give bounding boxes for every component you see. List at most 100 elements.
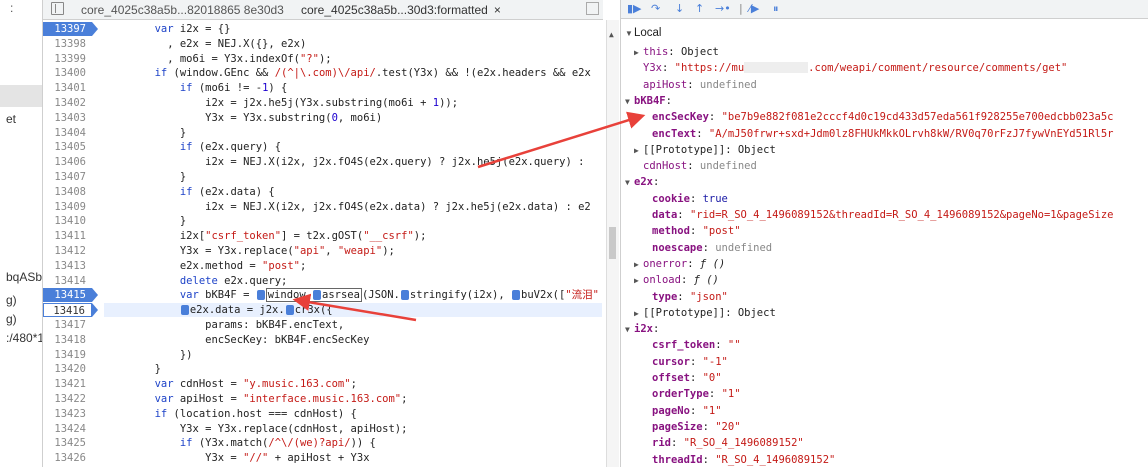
editor-menu-icon[interactable] <box>586 2 599 15</box>
scroll-up-icon[interactable]: ▲ <box>609 30 614 39</box>
scope-property-threadid[interactable]: threadId: "R_SO_4_1496089152" <box>652 453 835 467</box>
line-number[interactable]: 13423 <box>43 407 92 421</box>
navigator-item[interactable]: :/480*1. <box>6 331 42 345</box>
breakpoint-line-number[interactable]: 13397 <box>43 22 98 36</box>
scope-property-apihost[interactable]: apiHost: undefined <box>643 78 757 93</box>
toggle-navigator-icon[interactable] <box>51 2 64 15</box>
close-tab-icon[interactable]: × <box>494 3 501 17</box>
line-number-gutter[interactable]: 13397 13398 13399 13400 13401 13402 13403 13404… <box>43 20 98 467</box>
line-number[interactable]: 13410 <box>43 214 92 228</box>
tab-core-source[interactable]: core_4025c38a5b...82018865 8e30d3 <box>81 3 284 17</box>
line-number[interactable]: 13404 <box>43 126 92 140</box>
code-line[interactable]: i2x = j2x.he5j(Y3x.substring(mo6i + 1)); <box>104 96 458 110</box>
line-number[interactable]: 13408 <box>43 185 92 199</box>
scrollbar-thumb[interactable] <box>609 227 616 259</box>
scope-property-csrftoken[interactable]: csrf_token: "" <box>652 338 741 353</box>
line-number[interactable]: 13405 <box>43 140 92 154</box>
code-line[interactable]: i2x = NEJ.X(i2x, j2x.fO4S(e2x.query) ? j… <box>104 155 584 169</box>
code-line[interactable]: Y3x = "//" + apiHost + Y3x <box>104 451 369 465</box>
code-line[interactable]: , mo6i = Y3x.indexOf("?"); <box>104 52 331 66</box>
scope-property-offset[interactable]: offset: "0" <box>652 371 722 386</box>
line-number[interactable]: 13420 <box>43 362 92 376</box>
deactivate-breakpoints-icon[interactable]: ⁄▶ <box>749 2 759 15</box>
code-line[interactable]: var apiHost = "interface.music.163.com"; <box>104 392 408 406</box>
scope-property-cursor[interactable]: cursor: "-1" <box>652 355 728 370</box>
editor-scrollbar[interactable]: ▲ <box>606 20 619 467</box>
scope-property-this[interactable]: ▶ this: Object <box>634 45 719 60</box>
navigator-item[interactable]: g) <box>6 293 17 307</box>
code-line[interactable]: var i2x = {} <box>104 22 231 36</box>
scope-property-ordertype[interactable]: orderType: "1" <box>652 387 741 402</box>
code-line[interactable]: if (mo6i != -1) { <box>104 81 288 95</box>
code-line[interactable]: Y3x = Y3x.replace(cdnHost, apiHost); <box>104 422 408 436</box>
breakpoint-line-number[interactable]: 13415 <box>43 288 98 303</box>
scope-property-cdnhost[interactable]: cdnHost: undefined <box>643 159 757 174</box>
line-number[interactable]: 13417 <box>43 318 92 332</box>
scope-property-encseckey[interactable]: encSecKey: "be7b9e882f081e2cccf4d0c19cd4… <box>652 110 1114 125</box>
line-number[interactable]: 13407 <box>43 170 92 184</box>
scope-property-bkb4f[interactable]: ▼ bKB4F: <box>625 94 672 109</box>
code-line[interactable]: if (e2x.query) { <box>104 140 281 154</box>
code-line[interactable]: } <box>104 214 186 228</box>
line-number[interactable]: 13421 <box>43 377 92 391</box>
code-line[interactable]: if (window.GEnc && /(^|\.com)\/api/.test… <box>104 66 591 80</box>
scope-property-prototype[interactable]: ▶ [[Prototype]]: Object <box>634 143 776 158</box>
step-into-icon[interactable]: ↓ <box>675 2 684 15</box>
code-line[interactable]: , e2x = NEJ.X({}, e2x) <box>104 37 306 51</box>
navigator-item[interactable]: et <box>6 112 16 126</box>
code-line[interactable]: i2x["csrf_token"] = t2x.gOST("__csrf"); <box>104 229 427 243</box>
scope-property-y3x[interactable]: Y3x: "https://mu .com/weapi/comment/resou… <box>643 61 1067 76</box>
breakpoint-line-number[interactable]: 13416 <box>43 303 98 318</box>
code-line[interactable]: } <box>104 170 186 184</box>
scope-property-i2x[interactable]: ▼ i2x: <box>625 322 659 337</box>
code-line[interactable]: var cdnHost = "y.music.163.com"; <box>104 377 357 391</box>
navigator-item[interactable]: bqASb( <box>6 270 42 284</box>
line-number[interactable]: 13425 <box>43 436 92 450</box>
line-number[interactable]: 13401 <box>43 81 92 95</box>
code-line[interactable]: Y3x = Y3x.replace("api", "weapi"); <box>104 244 395 258</box>
tab-core-formatted[interactable]: core_4025c38a5b...30d3:formatted × <box>301 3 501 17</box>
scope-property-prototype[interactable]: ▶ [[Prototype]]: Object <box>634 306 776 321</box>
step-icon[interactable]: →• <box>715 2 731 15</box>
line-number[interactable]: 13414 <box>43 274 92 288</box>
scope-property-cookie[interactable]: cookie: true <box>652 192 728 207</box>
scope-property-noescape[interactable]: noescape: undefined <box>652 241 772 256</box>
code-line[interactable]: params: bKB4F.encText, <box>104 318 344 332</box>
scope-property-e2x[interactable]: ▼ e2x: <box>625 175 659 190</box>
pause-on-exceptions-icon[interactable]: ⏸ <box>773 2 779 16</box>
line-number[interactable]: 13398 <box>43 37 92 51</box>
scope-property-rid[interactable]: rid: "R_SO_4_1496089152" <box>652 436 804 451</box>
scope-property-method[interactable]: method: "post" <box>652 224 741 239</box>
code-line[interactable]: if (location.host === cdnHost) { <box>104 407 357 421</box>
line-number[interactable]: 13418 <box>43 333 92 347</box>
resume-icon[interactable]: ▮▶ <box>627 2 642 15</box>
line-number[interactable]: 13422 <box>43 392 92 406</box>
code-line[interactable]: var bKB4F = window. asrsea (JSON. stringify… <box>104 288 599 303</box>
paused-code-line[interactable]: e2x.data = j2x. cr3x({ <box>104 303 602 318</box>
scope-property-pagesize[interactable]: pageSize: "20" <box>652 420 741 435</box>
code-line[interactable]: encSecKey: bKB4F.encSecKey <box>104 333 369 347</box>
line-number[interactable]: 13411 <box>43 229 92 243</box>
scope-property-pageno[interactable]: pageNo: "1" <box>652 404 722 419</box>
line-number[interactable]: 13406 <box>43 155 92 169</box>
line-number[interactable]: 13412 <box>43 244 92 258</box>
code-line[interactable]: i2x = NEJ.X(i2x, j2x.fO4S(e2x.data) ? j2… <box>104 200 591 214</box>
step-over-icon[interactable]: ↷ <box>651 2 660 15</box>
line-number[interactable]: 13419 <box>43 348 92 362</box>
code-editor[interactable]: var i2x = {} , e2x = NEJ.X({}, e2x) , mo… <box>104 20 602 467</box>
code-line[interactable]: if (e2x.data) { <box>104 185 275 199</box>
step-out-icon[interactable]: ↑ <box>695 2 704 15</box>
code-line[interactable]: }) <box>104 348 193 362</box>
scope-property-onload[interactable]: ▶ onload: ƒ () <box>634 273 719 288</box>
line-number[interactable]: 13402 <box>43 96 92 110</box>
code-line[interactable]: delete e2x.query; <box>104 274 287 288</box>
line-number[interactable]: 13413 <box>43 259 92 273</box>
code-line[interactable]: e2x.method = "post"; <box>104 259 306 273</box>
scope-property-onerror[interactable]: ▶ onerror: ƒ () <box>634 257 725 272</box>
line-number[interactable]: 13399 <box>43 52 92 66</box>
scope-property-data[interactable]: data: "rid=R_SO_4_1496089152&threadId=R_… <box>652 208 1114 223</box>
line-number[interactable]: 13426 <box>43 451 92 465</box>
code-line[interactable]: } <box>104 362 161 376</box>
line-number[interactable]: 13409 <box>43 200 92 214</box>
code-line[interactable]: if (Y3x.match(/^\/(we)?api/)) { <box>104 436 376 450</box>
